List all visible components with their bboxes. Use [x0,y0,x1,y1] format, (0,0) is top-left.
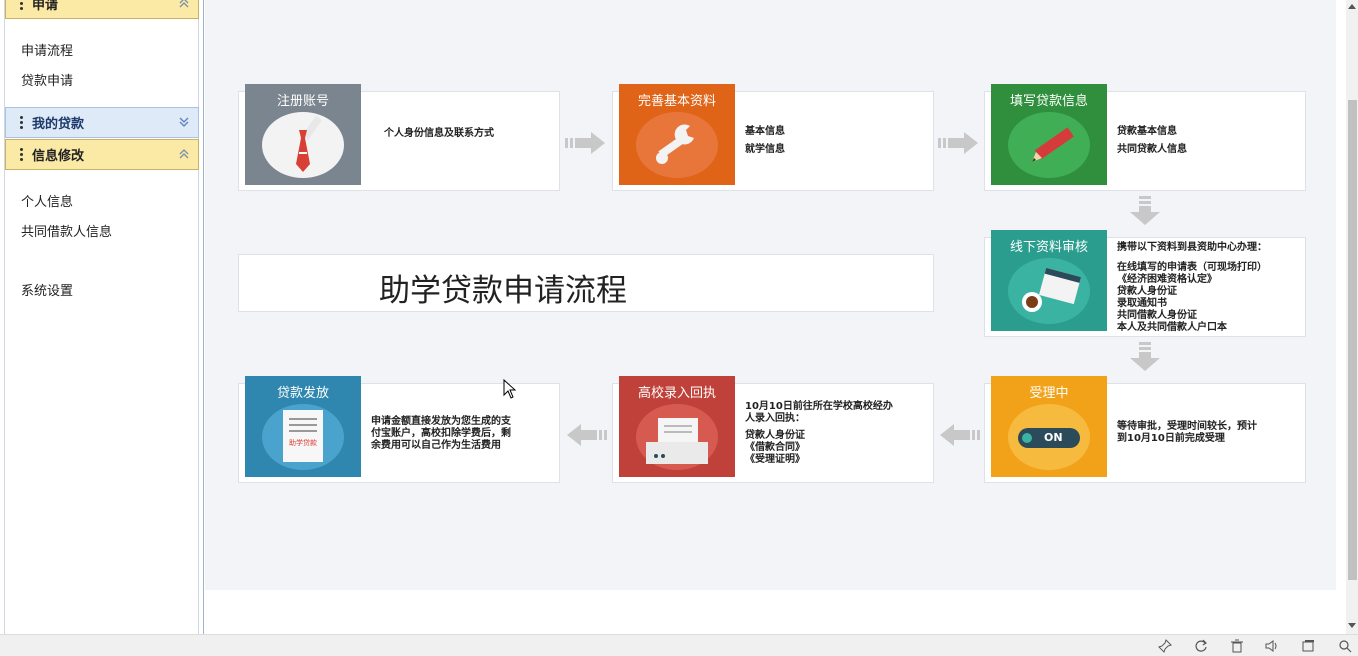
arrow-right-icon [565,132,605,154]
sidebar-item-personal-info[interactable]: 个人信息 [21,191,73,210]
trash-icon[interactable] [1230,639,1244,653]
printer-icon [636,404,718,470]
step-text: 10月10日前往所在学校高校经办 [745,401,893,412]
receipt-paper: 助学贷款 [283,410,323,462]
step-tile-fill-loan: 填写贷款信息 [991,84,1107,185]
step-text: 贷款人身份证 [1117,286,1177,297]
window-icon[interactable] [1301,639,1315,653]
collapse-up-icon[interactable] [178,147,190,161]
section-header-apply[interactable]: 申请 [5,0,199,19]
section-label: 我的贷款 [32,117,85,132]
step-tile-register: 注册账号 [245,84,361,185]
step-tile-loan-release: 贷款发放 助学贷款 [245,376,361,477]
step-text: 个人身份信息及联系方式 [384,128,494,139]
drag-dots-icon [16,148,26,161]
page-title-box: 助学贷款申请流程 [238,254,934,312]
section-header-info-edit[interactable]: 信息修改 [5,139,199,170]
divider [203,0,204,634]
shirt-tie-icon [262,112,344,178]
arrow-left-icon [940,424,980,446]
step-title: 完善基本资料 [637,94,716,109]
main-footer-area [205,590,1336,634]
step-text: 《受理证明》 [745,454,805,465]
step-tile-processing: 受理中 ON [991,376,1107,477]
step-text: 申请金额直接发放为您生成的支 [371,416,511,427]
step-title: 注册账号 [276,94,329,109]
step-title: 高校录入回执 [637,386,716,401]
step-title: 填写贷款信息 [1009,94,1088,109]
arrow-left-icon [567,424,607,446]
step-text: 人录入回执： [745,413,805,424]
arrow-down-icon [1130,342,1160,371]
step-text: 贷款人身份证 [745,430,805,441]
step-text: 共同借款人身份证 [1117,310,1197,321]
step-text: 到10月10日前完成受理 [1117,433,1225,444]
toggle-switch: ON [1018,428,1080,448]
calendar-coffee-icon [1008,258,1090,324]
drag-dots-icon [16,116,26,129]
collapse-up-icon[interactable] [178,0,190,10]
scroll-down-icon[interactable] [1347,622,1357,630]
section-label: 信息修改 [32,149,85,164]
step-tile-offline-review: 线下资料审核 [991,230,1107,331]
step-text: 付宝账户，高校扣除学费后，剩 [371,428,511,439]
search-icon[interactable] [1338,639,1352,653]
step-title: 受理中 [1029,386,1069,401]
pencil-icon [1008,112,1090,178]
step-text: 《借款合同》 [745,442,805,453]
step-text: 《经济困难资格认定》 [1117,274,1217,285]
scroll-up-icon[interactable] [1347,2,1357,10]
step-title: 线下资料审核 [1009,240,1088,255]
step-tile-school-receipt: 高校录入回执 [619,376,735,477]
sidebar: 申请 申请流程 贷款申请 我的贷款 信息修改 个人信息 共同借款人信息 系统设置 [4,0,199,634]
sidebar-item-system-settings[interactable]: 系统设置 [21,280,73,299]
refresh-icon[interactable] [1194,639,1208,653]
receipt-icon: 助学贷款 [262,404,344,470]
step-text: 携带以下资料到县资助中心办理： [1117,242,1267,253]
step-text: 在线填写的申请表（可现场打印） [1117,262,1267,273]
toggle-icon: ON [1008,404,1090,470]
step-text: 共同贷款人信息 [1117,144,1187,155]
step-title: 贷款发放 [276,386,329,401]
step-text: 录取通知书 [1117,298,1167,309]
taskbar [0,634,1358,656]
mouse-cursor-icon [503,379,517,399]
toggle-label: ON [1044,431,1063,444]
step-tile-complete-profile: 完善基本资料 [619,84,735,185]
expand-down-icon[interactable] [178,115,190,129]
sidebar-item-co-borrower-info[interactable]: 共同借款人信息 [21,221,112,240]
step-text: 本人及共同借款人户口本 [1117,322,1227,333]
pin-icon[interactable] [1158,639,1172,653]
arrow-right-icon [938,132,978,154]
step-text: 余费用可以自己作为生活费用 [371,440,501,451]
section-label: 申请 [32,0,59,13]
volume-icon[interactable] [1265,639,1279,653]
sidebar-item-loan-apply[interactable]: 贷款申请 [21,70,73,89]
scrollbar-thumb[interactable] [1348,100,1357,580]
page-title: 助学贷款申请流程 [379,273,627,309]
step-text: 就学信息 [745,144,785,155]
step-text: 基本信息 [745,126,785,137]
sidebar-item-apply-process[interactable]: 申请流程 [21,40,73,59]
step-text: 等待审批，受理时间较长，预计 [1117,421,1257,432]
step-text: 贷款基本信息 [1117,126,1177,137]
section-header-my-loan[interactable]: 我的贷款 [5,107,199,138]
wrench-icon [636,112,718,178]
arrow-down-icon [1130,196,1160,225]
drag-dots-icon [16,0,26,10]
receipt-label: 助学贷款 [289,439,317,447]
toggle-knob [1022,433,1032,443]
